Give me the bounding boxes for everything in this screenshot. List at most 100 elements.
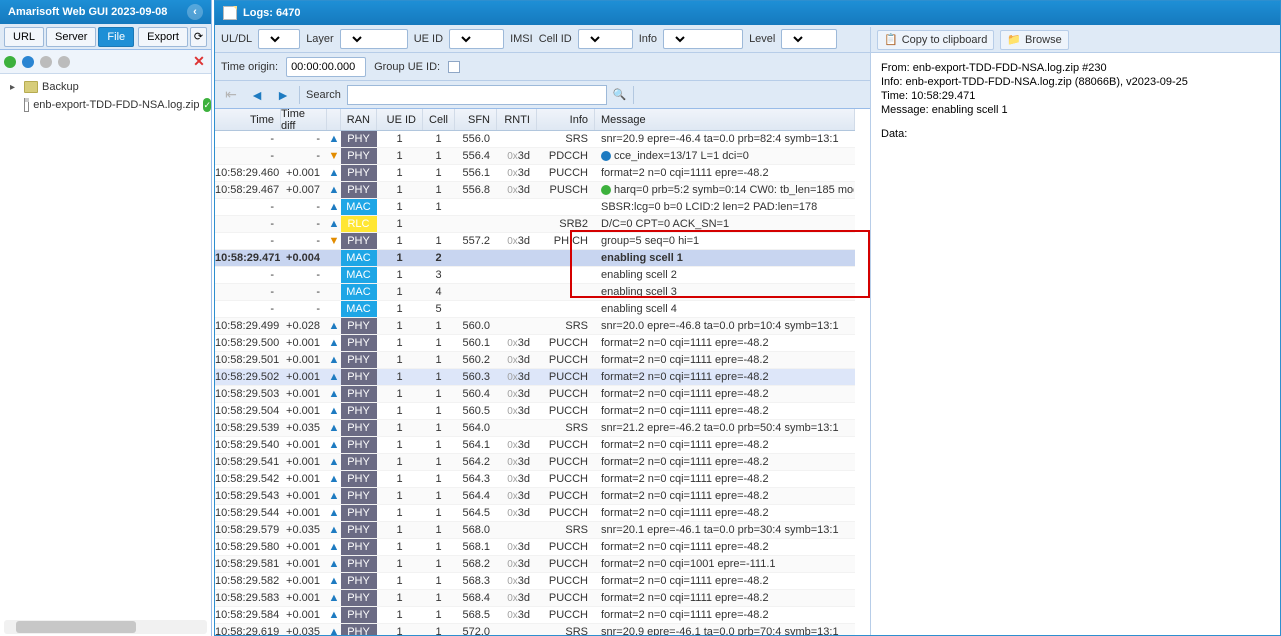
app-title: Amarisoft Web GUI 2023-09-08 <box>8 6 167 18</box>
table-row[interactable]: 10:58:29.471+0.004MAC12enabling scell 1 <box>215 250 855 267</box>
close-icon[interactable]: ✕ <box>191 54 207 70</box>
cellid-label: Cell ID <box>539 33 572 45</box>
table-row[interactable]: 10:58:29.503+0.001▲PHY11560.40x3dPUCCHfo… <box>215 386 855 403</box>
table-row[interactable]: --▲PHY11556.0SRSsnr=20.9 epre=-46.4 ta=0… <box>215 131 855 148</box>
tree-folder-backup[interactable]: ▸ Backup <box>6 78 211 96</box>
grid-header: Time Time diff RAN UE ID Cell SFN RNTI I… <box>215 109 855 131</box>
detail-msg-label: Message: <box>881 104 929 116</box>
uldl-select[interactable] <box>258 29 300 49</box>
status-blue-icon[interactable] <box>22 56 34 68</box>
col-sfn[interactable]: SFN <box>455 109 497 130</box>
col-cell[interactable]: Cell <box>423 109 455 130</box>
grid-body[interactable]: --▲PHY11556.0SRSsnr=20.9 epre=-46.4 ta=0… <box>215 131 855 635</box>
layer-select[interactable] <box>340 29 408 49</box>
table-row[interactable]: 10:58:29.581+0.001▲PHY11568.20x3dPUCCHfo… <box>215 556 855 573</box>
tree-file-label: enb-export-TDD-FDD-NSA.log.zip <box>33 99 199 111</box>
uplink-icon: ▲ <box>327 182 341 198</box>
status-green-icon[interactable] <box>4 56 16 68</box>
ueid-select[interactable] <box>449 29 504 49</box>
tree-folder-label: Backup <box>42 81 79 93</box>
table-row[interactable]: 10:58:29.619+0.035▲PHY11572.0SRSsnr=20.9… <box>215 624 855 635</box>
main-title: Logs: 6470 <box>243 7 300 19</box>
table-row[interactable]: 10:58:29.502+0.001▲PHY11560.30x3dPUCCHfo… <box>215 369 855 386</box>
export-button[interactable]: Export <box>138 27 188 47</box>
search-input[interactable] <box>347 85 607 105</box>
table-row[interactable]: --▼PHY11556.40x3dPDCCHcce_index=13/17 L=… <box>215 148 855 165</box>
table-row[interactable]: 10:58:29.583+0.001▲PHY11568.40x3dPUCCHfo… <box>215 590 855 607</box>
col-ueid[interactable]: UE ID <box>377 109 423 130</box>
table-row[interactable]: 10:58:29.501+0.001▲PHY11560.20x3dPUCCHfo… <box>215 352 855 369</box>
detail-msg-value: enabling scell 1 <box>932 104 1008 116</box>
table-row[interactable]: --▲RLC1SRB2D/C=0 CPT=0 ACK_SN=1 <box>215 216 855 233</box>
table-row[interactable]: 10:58:29.499+0.028▲PHY11560.0SRSsnr=20.0… <box>215 318 855 335</box>
status-grey-icon[interactable] <box>40 56 52 68</box>
table-row[interactable]: 10:58:29.543+0.001▲PHY11564.40x3dPUCCHfo… <box>215 488 855 505</box>
nav-back-icon[interactable]: ◄ <box>247 85 267 105</box>
table-row[interactable]: 10:58:29.541+0.001▲PHY11564.20x3dPUCCHfo… <box>215 454 855 471</box>
refresh-icon[interactable]: ⟳ <box>190 27 207 47</box>
table-row[interactable]: --▼PHY11557.20x3dPHICHgroup=5 seq=0 hi=1 <box>215 233 855 250</box>
logs-icon <box>223 6 237 20</box>
table-row[interactable]: 10:58:29.467+0.007▲PHY11556.80x3dPUSCHha… <box>215 182 855 199</box>
table-row[interactable]: --MAC15enabling scell 4 <box>215 301 855 318</box>
table-row[interactable]: 10:58:29.579+0.035▲PHY11568.0SRSsnr=20.1… <box>215 522 855 539</box>
level-select[interactable] <box>781 29 837 49</box>
main-header: Logs: 6470 <box>215 1 1280 25</box>
server-button[interactable]: Server <box>46 27 96 47</box>
detail-data-label: Data: <box>881 128 907 140</box>
time-origin-label: Time origin: <box>221 61 278 73</box>
table-row[interactable]: 10:58:29.500+0.001▲PHY11560.10x3dPUCCHfo… <box>215 335 855 352</box>
status-grey2-icon[interactable] <box>58 56 70 68</box>
collapse-sidebar-icon[interactable]: ‹ <box>187 4 203 20</box>
table-row[interactable]: 10:58:29.582+0.001▲PHY11568.30x3dPUCCHfo… <box>215 573 855 590</box>
uplink-icon: ▲ <box>327 505 341 521</box>
table-row[interactable]: 10:58:29.584+0.001▲PHY11568.50x3dPUCCHfo… <box>215 607 855 624</box>
table-row[interactable]: 10:58:29.504+0.001▲PHY11560.50x3dPUCCHfo… <box>215 403 855 420</box>
col-rnti[interactable]: RNTI <box>497 109 537 130</box>
time-origin-input[interactable] <box>286 57 366 77</box>
main-panel: Logs: 6470 UL/DL Layer UE ID IMSI Cell I… <box>214 0 1281 636</box>
info-select[interactable] <box>663 29 743 49</box>
tree-toggle-icon[interactable]: ▸ <box>10 82 20 93</box>
search-icon[interactable]: 🔍 <box>613 88 627 101</box>
col-diff[interactable]: Time diff <box>281 109 327 130</box>
group-ueid-checkbox[interactable] <box>448 61 460 73</box>
table-row[interactable]: --▲MAC11SBSR:lcg=0 b=0 LCID:2 len=2 PAD:… <box>215 199 855 216</box>
tree-file-item[interactable]: enb-export-TDD-FDD-NSA.log.zip ✓ <box>6 96 211 114</box>
uplink-icon: ▲ <box>327 403 341 419</box>
nav-back-far-icon[interactable]: ⇤ <box>221 85 241 105</box>
col-dir[interactable] <box>327 109 341 130</box>
table-row[interactable]: 10:58:29.540+0.001▲PHY11564.10x3dPUCCHfo… <box>215 437 855 454</box>
url-button[interactable]: URL <box>4 27 44 47</box>
file-button[interactable]: File <box>98 27 134 47</box>
copy-clipboard-button[interactable]: 📋 Copy to clipboard <box>877 30 994 50</box>
table-row[interactable]: 10:58:29.460+0.001▲PHY11556.10x3dPUCCHfo… <box>215 165 855 182</box>
search-label: Search <box>306 89 341 101</box>
uplink-icon: ▲ <box>327 556 341 572</box>
detail-body: From: enb-export-TDD-FDD-NSA.log.zip #23… <box>871 53 1280 149</box>
table-row[interactable]: 10:58:29.544+0.001▲PHY11564.50x3dPUCCHfo… <box>215 505 855 522</box>
folder-icon <box>24 81 38 93</box>
detail-info-value: enb-export-TDD-FDD-NSA.log.zip (88066B),… <box>905 76 1187 88</box>
sidebar-scrollbar[interactable] <box>4 620 207 634</box>
downlink-icon: ▼ <box>327 233 341 249</box>
copy-icon: 📋 <box>884 33 898 46</box>
col-msg[interactable]: Message <box>595 109 855 130</box>
table-row[interactable]: 10:58:29.539+0.035▲PHY11564.0SRSsnr=21.2… <box>215 420 855 437</box>
imsi-label: IMSI <box>510 33 533 45</box>
uplink-icon: ▲ <box>327 624 341 635</box>
sidebar: Amarisoft Web GUI 2023-09-08 ‹ URL Serve… <box>0 0 212 636</box>
browse-button[interactable]: 📁 Browse <box>1000 30 1068 50</box>
col-ran[interactable]: RAN <box>341 109 377 130</box>
col-info[interactable]: Info <box>537 109 595 130</box>
cellid-select[interactable] <box>578 29 633 49</box>
table-row[interactable]: --MAC14enabling scell 3 <box>215 284 855 301</box>
table-row[interactable]: --MAC13enabling scell 2 <box>215 267 855 284</box>
table-row[interactable]: 10:58:29.580+0.001▲PHY11568.10x3dPUCCHfo… <box>215 539 855 556</box>
layer-label: Layer <box>306 33 334 45</box>
nav-forward-icon[interactable]: ► <box>273 85 293 105</box>
col-time[interactable]: Time <box>215 109 281 130</box>
uldl-label: UL/DL <box>221 33 252 45</box>
table-row[interactable]: 10:58:29.542+0.001▲PHY11564.30x3dPUCCHfo… <box>215 471 855 488</box>
ok-icon <box>601 185 611 195</box>
